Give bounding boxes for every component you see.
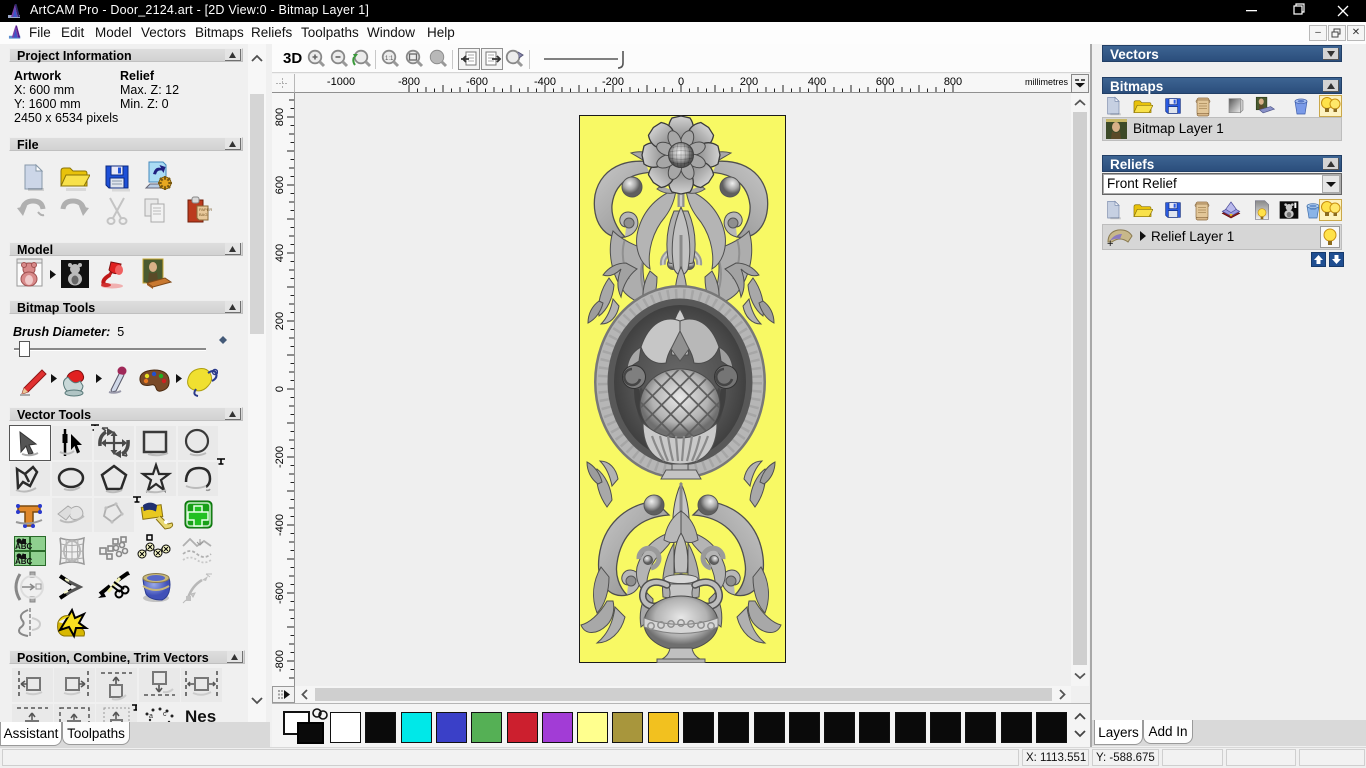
svg-text:-200: -200 bbox=[274, 446, 286, 468]
svg-text:millimetres: millimetres bbox=[1025, 77, 1069, 87]
svg-text:-800: -800 bbox=[398, 76, 420, 88]
svg-text:600: 600 bbox=[274, 176, 286, 194]
svg-text:200: 200 bbox=[274, 312, 286, 330]
svg-text:-200: -200 bbox=[602, 76, 624, 88]
svg-text:a: a bbox=[149, 713, 153, 720]
svg-text:400: 400 bbox=[274, 244, 286, 262]
svg-text:600: 600 bbox=[876, 76, 894, 88]
svg-text:ABC: ABC bbox=[15, 557, 33, 566]
svg-text:-400: -400 bbox=[534, 76, 556, 88]
svg-text:BAG: BAG bbox=[199, 212, 207, 217]
svg-text:1:1: 1:1 bbox=[385, 56, 394, 62]
svg-text:c: c bbox=[163, 711, 167, 718]
svg-text:-800: -800 bbox=[274, 650, 286, 672]
svg-text:800: 800 bbox=[944, 76, 962, 88]
svg-text:0: 0 bbox=[678, 76, 684, 88]
svg-text:200: 200 bbox=[740, 76, 758, 88]
svg-text:ABC: ABC bbox=[15, 542, 33, 551]
svg-text:800: 800 bbox=[274, 108, 286, 126]
svg-text:0: 0 bbox=[274, 386, 286, 392]
svg-text:400: 400 bbox=[808, 76, 826, 88]
svg-text:-400: -400 bbox=[274, 514, 286, 536]
svg-text:-600: -600 bbox=[274, 582, 286, 604]
svg-text:-600: -600 bbox=[466, 76, 488, 88]
svg-text:+: + bbox=[1107, 238, 1113, 248]
svg-text:-1000: -1000 bbox=[327, 76, 355, 88]
